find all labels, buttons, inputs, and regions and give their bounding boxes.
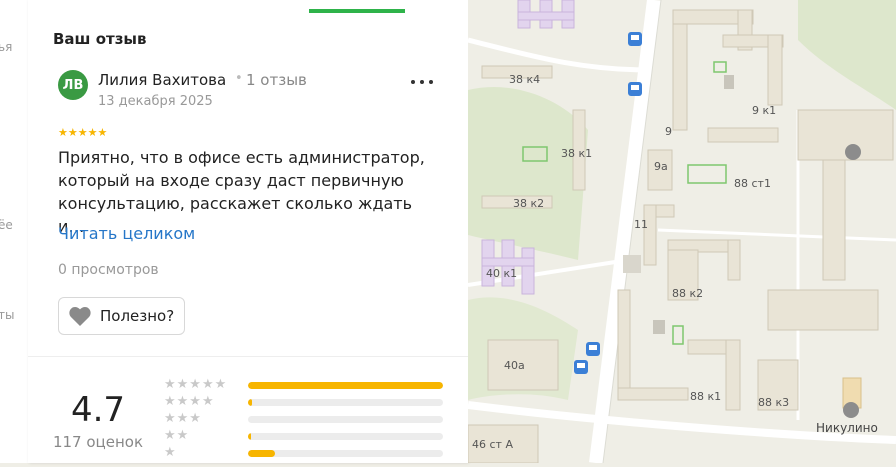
read-more-link[interactable]: Читать целиком bbox=[58, 224, 195, 243]
ratings-count: 117 оценок bbox=[52, 433, 144, 451]
rating-distribution-row[interactable]: ★★★★ bbox=[164, 394, 454, 412]
map-label: 46 ст А bbox=[472, 438, 513, 451]
map-label: 38 к1 bbox=[561, 147, 593, 160]
rating-bar bbox=[248, 382, 443, 389]
review-panel: Ваш отзыв ЛВ Лилия Вахитова • 1 отзыв 13… bbox=[28, 0, 468, 463]
views-count: 0 просмотров bbox=[58, 262, 159, 278]
heart-icon bbox=[69, 307, 91, 326]
map-label: Никулино bbox=[816, 421, 878, 435]
divider bbox=[28, 356, 468, 357]
active-tab-indicator bbox=[309, 9, 405, 13]
map-label: 11 bbox=[634, 218, 648, 231]
separator-dot: • bbox=[235, 71, 243, 86]
row-stars: ★★ bbox=[164, 428, 190, 443]
map-label: 9а bbox=[654, 160, 668, 173]
rating-bar bbox=[248, 433, 443, 440]
rating-distribution-row[interactable]: ★★★ bbox=[164, 411, 454, 429]
more-options-icon[interactable] bbox=[411, 73, 433, 91]
map-label: 88 к1 bbox=[690, 390, 722, 403]
map-label: 38 к4 bbox=[509, 73, 541, 86]
sliver-text: ты bbox=[0, 308, 15, 322]
left-panel-edge: ья ёе ты bbox=[0, 0, 29, 463]
rating-bar bbox=[248, 450, 443, 457]
section-title: Ваш отзыв bbox=[53, 30, 147, 48]
map-label: 40 к1 bbox=[486, 267, 518, 280]
sliver-text: ья bbox=[0, 40, 13, 54]
useful-label: Полезно? bbox=[100, 307, 175, 325]
review-stars: ★★★★★ bbox=[58, 126, 108, 139]
rating-distribution-row[interactable]: ★ bbox=[164, 445, 454, 463]
map-label: 40а bbox=[504, 359, 525, 372]
row-stars: ★ bbox=[164, 445, 177, 460]
average-rating: 4.7 bbox=[70, 390, 126, 430]
map-label: 88 к2 bbox=[672, 287, 704, 300]
row-stars: ★★★★★ bbox=[164, 377, 228, 392]
map-label: 9 bbox=[665, 125, 672, 138]
author-reviews-count: 1 отзыв bbox=[246, 71, 307, 89]
map-canvas[interactable] bbox=[467, 0, 896, 464]
row-stars: ★★★ bbox=[164, 411, 202, 426]
rating-distribution-row[interactable]: ★★★★★ bbox=[164, 377, 454, 395]
map-label: 9 к1 bbox=[752, 104, 777, 117]
map-view[interactable]: 38 к4 9 к1 9 38 к1 9а 88 ст1 38 к2 11 40… bbox=[467, 0, 896, 464]
avatar[interactable]: ЛВ bbox=[58, 70, 88, 100]
sliver-text: ёе bbox=[0, 218, 13, 232]
author-name[interactable]: Лилия Вахитова bbox=[98, 71, 226, 89]
row-stars: ★★★★ bbox=[164, 394, 215, 409]
useful-button[interactable]: Полезно? bbox=[58, 297, 185, 335]
rating-bar bbox=[248, 399, 443, 406]
map-label: 88 ст1 bbox=[734, 177, 771, 190]
rating-distribution-row[interactable]: ★★ bbox=[164, 428, 454, 446]
map-label: 38 к2 bbox=[513, 197, 545, 210]
rating-bar bbox=[248, 416, 443, 423]
review-date: 13 декабря 2025 bbox=[98, 94, 213, 109]
map-label: 88 к3 bbox=[758, 396, 790, 409]
